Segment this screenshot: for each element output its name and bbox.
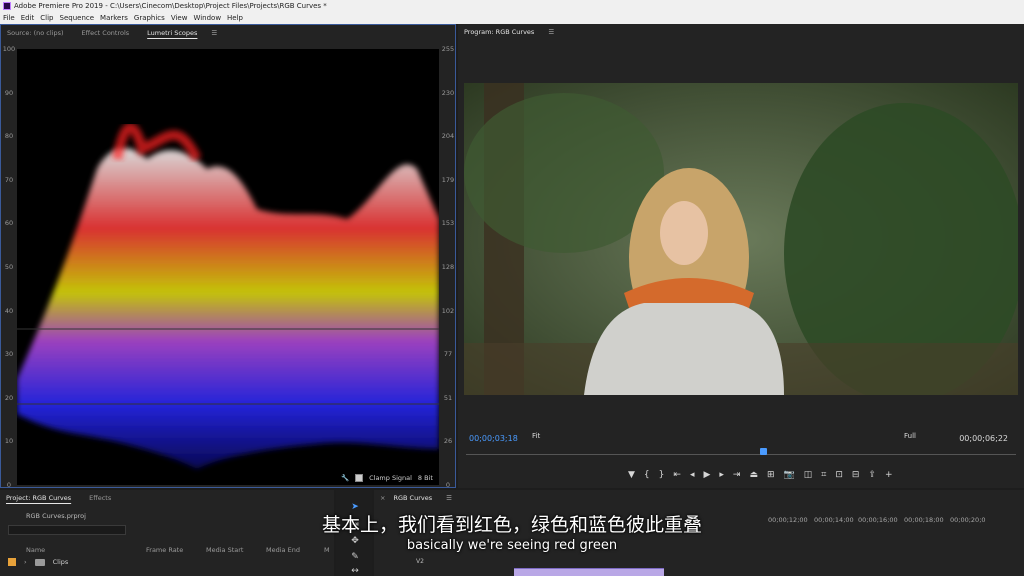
add-button-icon[interactable]: +	[885, 470, 893, 480]
y-axis-right-label: 255	[441, 45, 455, 53]
compare-icon[interactable]: ◫	[804, 470, 813, 480]
expand-chevron-icon[interactable]: ›	[24, 558, 27, 566]
proxy-icon[interactable]: ⊡	[835, 470, 843, 480]
fit-dropdown[interactable]: Fit	[532, 432, 540, 440]
program-time-ruler[interactable]	[466, 454, 1016, 460]
bin-name: Clips	[52, 558, 69, 566]
extract-icon[interactable]: ⊞	[767, 470, 775, 480]
waveform-svg	[17, 49, 439, 485]
video-image	[464, 83, 1018, 395]
razor-icon[interactable]: ✎	[350, 552, 360, 562]
menu-view[interactable]: View	[171, 12, 188, 24]
timeline-clip[interactable]	[514, 568, 664, 576]
vr-icon[interactable]: ⊟	[852, 470, 860, 480]
tab-source[interactable]: Source: (no clips)	[1, 25, 76, 41]
window-title: Adobe Premiere Pro 2019 - C:\Users\Cinec…	[14, 2, 327, 10]
panel-menu-icon[interactable]: ☰	[548, 28, 554, 36]
clamp-signal-label: Clamp Signal	[369, 474, 412, 482]
tab-project[interactable]: Project: RGB Curves	[0, 490, 83, 506]
y-axis-right-label: 0	[445, 481, 451, 489]
project-panel-tabs: Project: RGB Curves Effects	[0, 490, 334, 506]
y-axis-left-label: 80	[4, 132, 14, 141]
panel-menu-icon[interactable]: ☰	[211, 29, 217, 37]
tab-program[interactable]: Program: RGB Curves	[458, 24, 546, 40]
mark-out-icon[interactable]: }	[659, 470, 665, 480]
window-titlebar: Adobe Premiere Pro 2019 - C:\Users\Cinec…	[0, 0, 1024, 12]
y-axis-left-label: 70	[4, 175, 14, 184]
tab-effect-controls[interactable]: Effect Controls	[76, 25, 142, 41]
add-marker-icon[interactable]: ▼	[628, 470, 635, 480]
folder-icon	[34, 558, 45, 566]
source-panel-tabs: Source: (no clips) Effect Controls Lumet…	[1, 25, 455, 41]
playhead-marker[interactable]	[760, 448, 767, 455]
share-icon[interactable]: ⇪	[868, 470, 876, 480]
y-axis-left-label: 40	[4, 306, 14, 315]
y-axis-left-label: 10	[4, 437, 14, 446]
close-icon[interactable]: ×	[374, 490, 387, 506]
step-back-icon[interactable]: ◂	[690, 470, 695, 480]
menu-clip[interactable]: Clip	[40, 12, 53, 24]
program-video-frame	[464, 83, 1018, 395]
program-panel-tabs: Program: RGB Curves ☰	[458, 24, 1024, 40]
safe-margins-icon[interactable]: ⌗	[821, 470, 826, 480]
y-axis-right-label: 102	[441, 306, 455, 315]
track-label[interactable]: V2	[416, 558, 424, 565]
menu-help[interactable]: Help	[227, 12, 243, 24]
menu-graphics[interactable]: Graphics	[134, 12, 165, 24]
tab-sequence[interactable]: RGB Curves	[387, 490, 444, 506]
y-axis-right-label: 179	[441, 175, 455, 184]
premiere-app-icon	[3, 2, 11, 10]
menu-markers[interactable]: Markers	[100, 12, 128, 24]
list-item[interactable]: › Clips	[8, 558, 68, 566]
y-axis-left-label: 60	[4, 219, 14, 228]
step-forward-icon[interactable]: ▸	[719, 470, 724, 480]
timeline-panel-tabs: × RGB Curves ☰	[374, 490, 1024, 506]
transport-controls: ▼ { } ⇤ ◂ ▶ ▸ ⇥ ⏏ ⊞ 📷 ◫ ⌗ ⊡ ⊟ ⇪ +	[628, 470, 893, 480]
program-monitor-panel: Program: RGB Curves ☰ 00;00;03;18 Fit Fu…	[458, 24, 1024, 488]
tab-lumetri-scopes[interactable]: Lumetri Scopes	[141, 25, 209, 41]
y-axis-right-label: 204	[441, 132, 455, 141]
tab-effects[interactable]: Effects	[83, 490, 123, 506]
go-to-out-icon[interactable]: ⇥	[733, 470, 741, 480]
wrench-icon[interactable]: 🔧	[341, 474, 349, 482]
y-axis-left-label: 100	[2, 45, 16, 53]
panel-menu-icon[interactable]: ☰	[446, 494, 452, 502]
y-axis-right-label: 153	[441, 219, 455, 228]
bit-depth-select[interactable]: 8 Bit	[418, 474, 433, 482]
y-axis-left-label: 50	[4, 263, 14, 271]
menu-bar: File Edit Clip Sequence Markers Graphics…	[0, 12, 1024, 24]
go-to-in-icon[interactable]: ⇤	[673, 470, 681, 480]
y-axis-right-label: 128	[441, 263, 455, 271]
menu-file[interactable]: File	[3, 12, 15, 24]
subtitle-chinese: 基本上，我们看到红色，绿色和蓝色彼此重叠	[321, 514, 702, 536]
lift-icon[interactable]: ⏏	[749, 470, 758, 480]
label-color-icon	[8, 558, 16, 566]
y-axis-right-label: 51	[443, 393, 453, 402]
program-duration-timecode: 00;00;06;22	[959, 434, 1008, 443]
slip-icon[interactable]: ↔	[350, 566, 360, 576]
rgb-parade-waveform	[17, 49, 439, 485]
y-axis-right-label: 230	[441, 88, 455, 97]
subtitle-english: basically we're seeing red green	[406, 538, 618, 553]
y-axis-left-label: 30	[4, 350, 14, 359]
mark-in-icon[interactable]: {	[644, 470, 650, 480]
y-axis-left-label: 0	[6, 481, 12, 489]
export-frame-icon[interactable]: 📷	[784, 470, 795, 480]
y-axis-left-label: 20	[4, 393, 14, 402]
y-axis-right-label: 26	[443, 437, 453, 446]
menu-window[interactable]: Window	[193, 12, 221, 24]
play-icon[interactable]: ▶	[703, 470, 710, 480]
quality-dropdown[interactable]: Full	[904, 432, 916, 440]
menu-sequence[interactable]: Sequence	[60, 12, 95, 24]
scope-footer: 🔧 Clamp Signal 8 Bit	[341, 474, 433, 482]
program-current-timecode[interactable]: 00;00;03;18	[469, 434, 518, 443]
y-axis-right-label: 77	[443, 350, 453, 359]
menu-edit[interactable]: Edit	[21, 12, 35, 24]
y-axis-left-label: 90	[4, 88, 14, 97]
lumetri-scopes-panel: Source: (no clips) Effect Controls Lumet…	[0, 24, 456, 489]
clamp-signal-checkbox[interactable]	[355, 474, 364, 482]
